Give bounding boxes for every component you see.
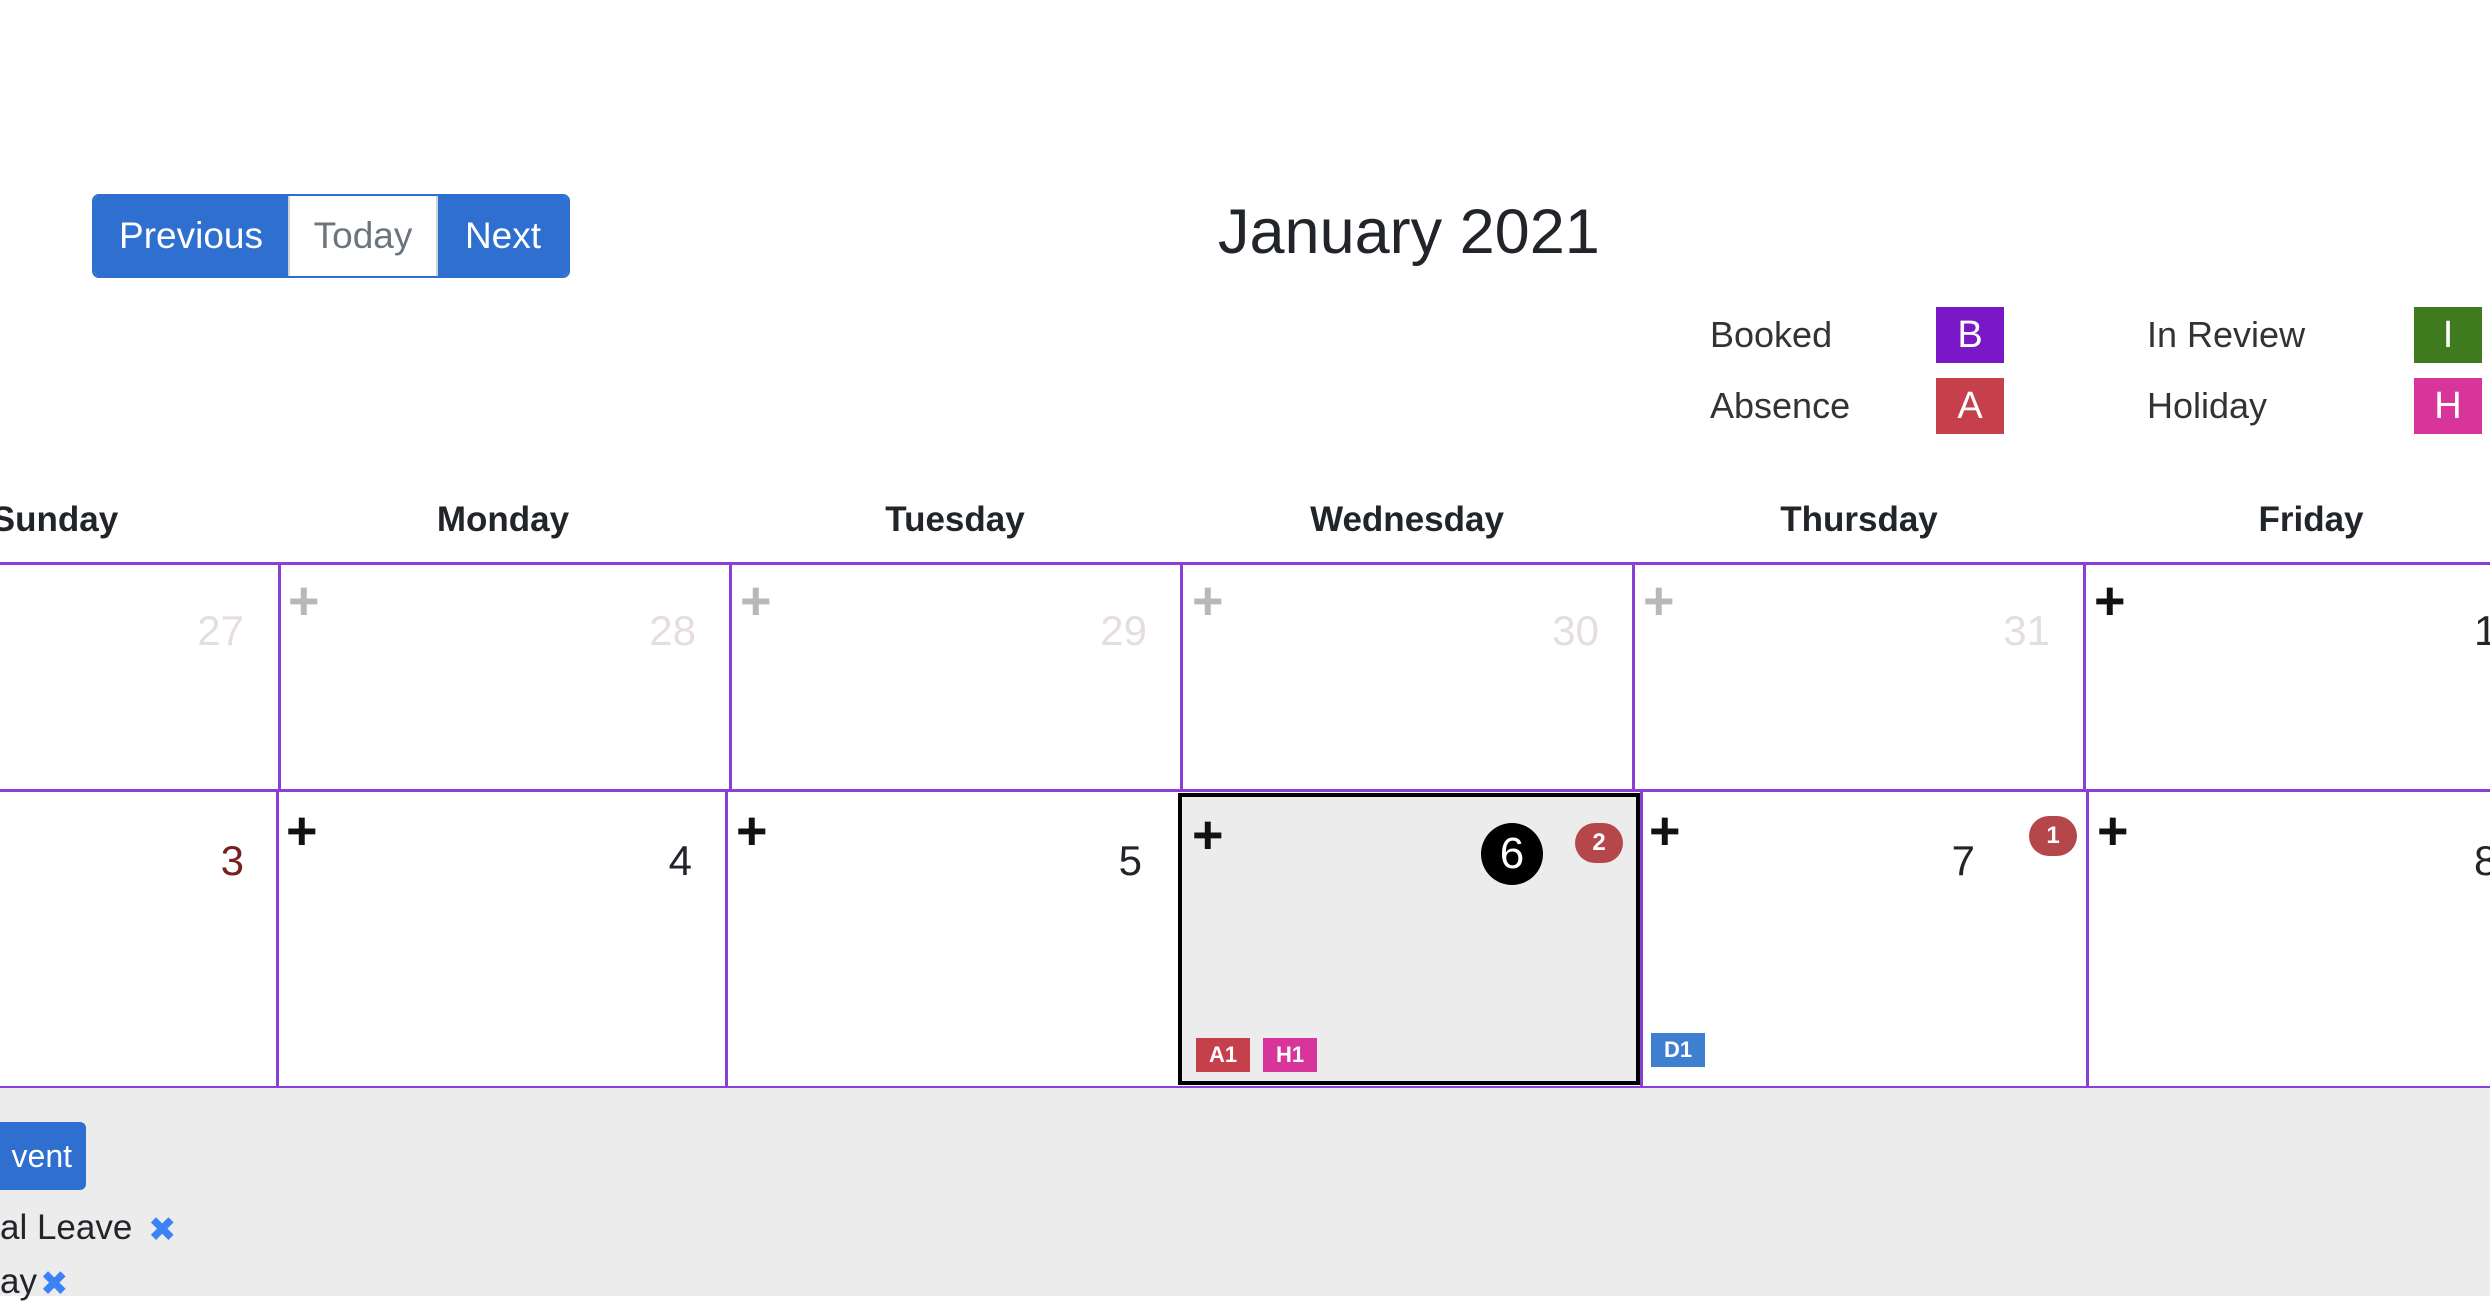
event-tag-d1[interactable]: D1: [1651, 1033, 1705, 1067]
day-number-jan-5: 5: [1118, 837, 1142, 884]
day-number-dec-28: 28: [649, 607, 696, 654]
event-type-item-holiday: ay: [0, 1262, 37, 1301]
legend-box-holiday: H: [2414, 378, 2482, 434]
remove-x-icon[interactable]: ✖: [40, 1264, 69, 1304]
today-button[interactable]: Today: [288, 196, 438, 276]
navigation-button-group: Previous Today Next: [92, 194, 570, 278]
grid-line-v: [725, 790, 728, 1087]
legend-box-booked: B: [1936, 307, 2004, 363]
add-event-plus-icon[interactable]: +: [2097, 804, 2129, 858]
add-event-plus-icon[interactable]: +: [736, 804, 768, 858]
header-wednesday: Wednesday: [1310, 500, 1504, 539]
grid-line-v: [1180, 562, 1183, 790]
grid-line-v: [1640, 790, 1643, 1087]
grid-line-v: [278, 562, 281, 790]
day-number-dec-31: 31: [2003, 607, 2050, 654]
event-panel: [0, 1088, 2490, 1296]
grid-line-middle: [0, 789, 2490, 792]
remove-x-icon[interactable]: ✖: [148, 1210, 177, 1250]
legend-label-absence: Absence: [1710, 385, 1851, 426]
header-sunday: Sunday: [0, 500, 119, 539]
legend-label-booked: Booked: [1710, 314, 1833, 355]
day-number-jan-3: 3: [220, 837, 244, 884]
event-count-badge: 2: [1575, 823, 1623, 863]
grid-line-top: [0, 562, 2490, 565]
add-event-plus-icon[interactable]: +: [1192, 808, 1224, 862]
day-number-jan-7: 7: [1951, 837, 1975, 884]
legend-box-in-review: I: [2414, 307, 2482, 363]
add-event-plus-icon[interactable]: +: [1192, 574, 1224, 628]
next-button[interactable]: Next: [438, 196, 568, 276]
event-type-item-leave: al Leave: [0, 1208, 133, 1247]
today-day-number: 6: [1481, 823, 1543, 885]
header-thursday: Thursday: [1780, 500, 1938, 539]
day-number-jan-1: 1: [2474, 607, 2490, 654]
add-event-plus-icon[interactable]: +: [1649, 804, 1681, 858]
grid-line-v: [1632, 562, 1635, 790]
add-event-plus-icon[interactable]: +: [288, 574, 320, 628]
add-event-plus-icon[interactable]: +: [2094, 574, 2126, 628]
add-event-plus-icon[interactable]: +: [286, 804, 318, 858]
grid-line-v: [2086, 790, 2089, 1087]
grid-line-v: [276, 790, 279, 1087]
legend-box-absence: A: [1936, 378, 2004, 434]
header-tuesday: Tuesday: [885, 500, 1025, 539]
header-friday: Friday: [2258, 500, 2364, 539]
day-number-jan-8: 8: [2474, 837, 2490, 884]
header-monday: Monday: [436, 500, 570, 539]
event-count-badge: 1: [2029, 816, 2077, 856]
day-number-jan-4: 4: [668, 837, 692, 884]
previous-button[interactable]: Previous: [94, 196, 288, 276]
event-tag-h1[interactable]: H1: [1263, 1038, 1317, 1072]
day-number-dec-29: 29: [1100, 607, 1147, 654]
legend-label-in-review: In Review: [2147, 314, 2306, 355]
add-event-plus-icon[interactable]: +: [740, 574, 772, 628]
calendar-title: January 2021: [1218, 197, 1600, 267]
legend-label-holiday: Holiday: [2147, 385, 2268, 426]
add-event-button[interactable]: vent: [0, 1122, 86, 1190]
day-number-dec-27: 27: [197, 607, 244, 654]
add-event-plus-icon[interactable]: +: [1643, 574, 1675, 628]
grid-line-v: [2083, 562, 2086, 790]
grid-line-v: [729, 562, 732, 790]
day-number-dec-30: 30: [1552, 607, 1599, 654]
event-tag-a1[interactable]: A1: [1196, 1038, 1250, 1072]
